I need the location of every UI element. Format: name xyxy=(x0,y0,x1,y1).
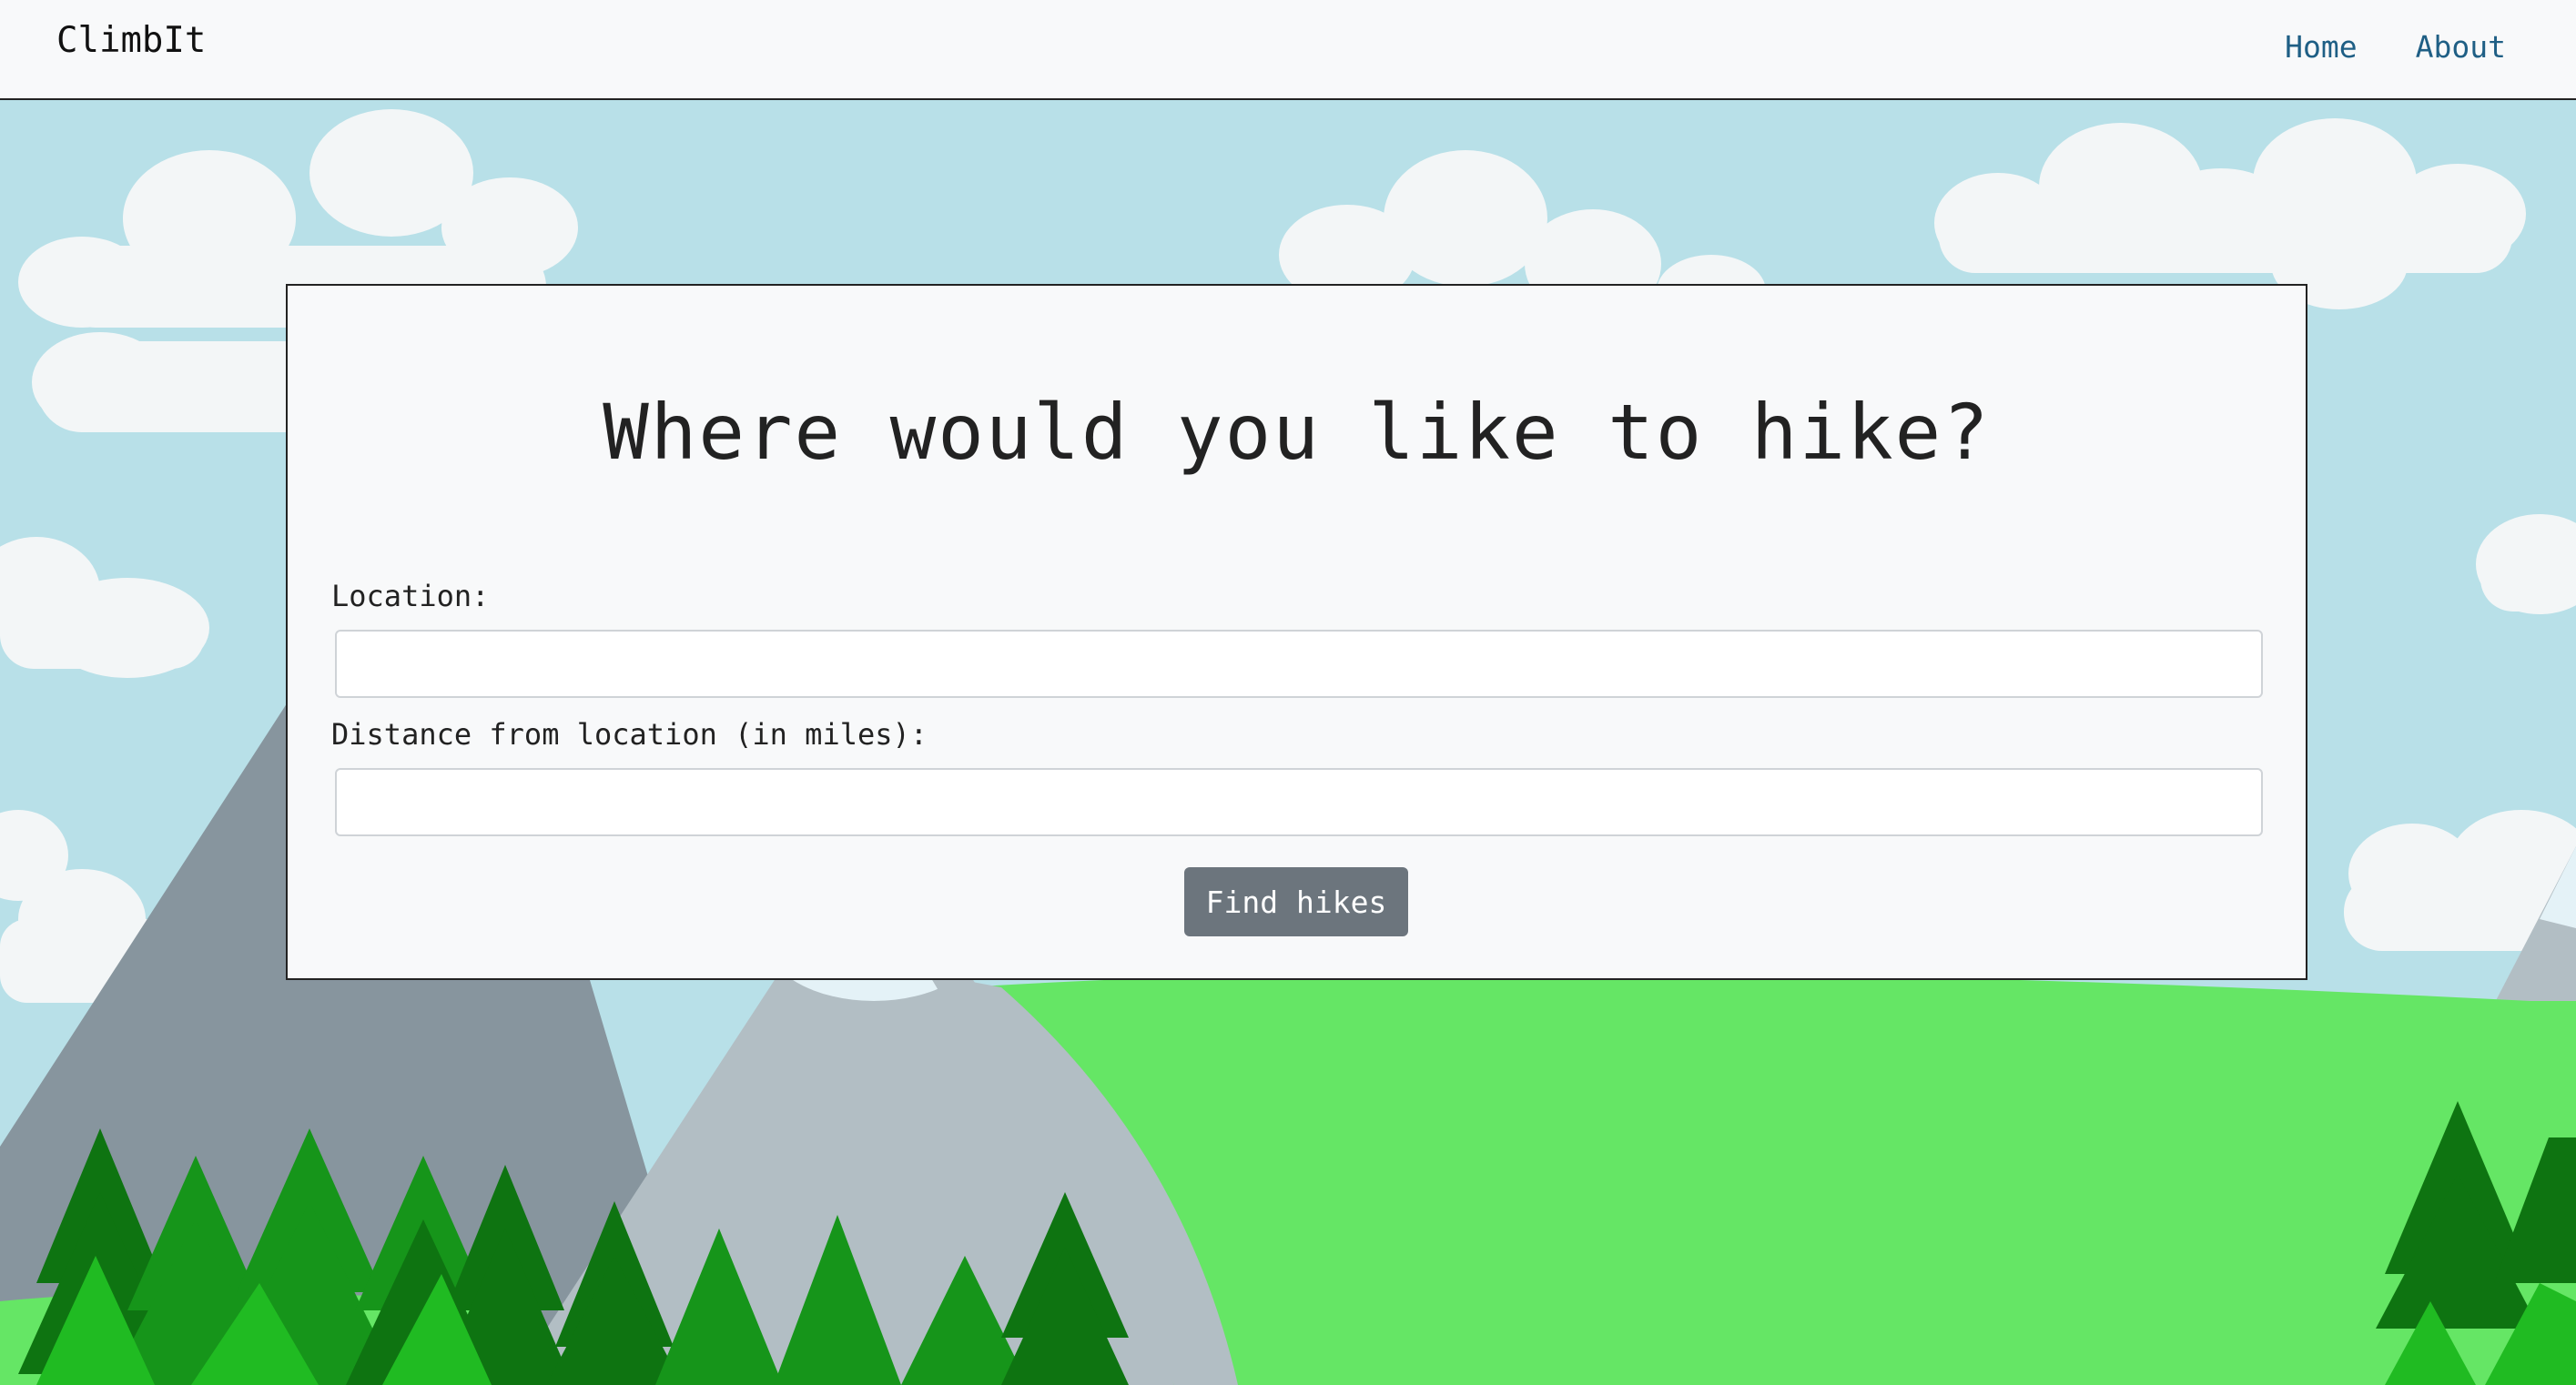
navbar: ClimbIt Home About xyxy=(0,0,2576,100)
distance-input[interactable] xyxy=(335,768,2263,836)
location-input[interactable] xyxy=(335,630,2263,698)
find-hikes-button[interactable]: Find hikes xyxy=(1184,867,1408,936)
hike-search-form: Where would you like to hike? Location: … xyxy=(286,284,2307,980)
location-label: Location: xyxy=(331,579,490,613)
cloud-top-right xyxy=(1934,118,2526,309)
brand-logo[interactable]: ClimbIt xyxy=(56,20,206,61)
nav-links: Home About xyxy=(2285,29,2506,65)
page: ClimbIt Home About Where would you like … xyxy=(0,0,2576,1385)
cloud-mid-right xyxy=(2476,514,2576,614)
distance-label: Distance from location (in miles): xyxy=(331,717,928,752)
form-title: Where would you like to hike? xyxy=(603,388,1991,477)
cloud-mid-left xyxy=(0,537,209,678)
nav-link-home[interactable]: Home xyxy=(2285,29,2357,65)
nav-link-about[interactable]: About xyxy=(2416,29,2506,65)
